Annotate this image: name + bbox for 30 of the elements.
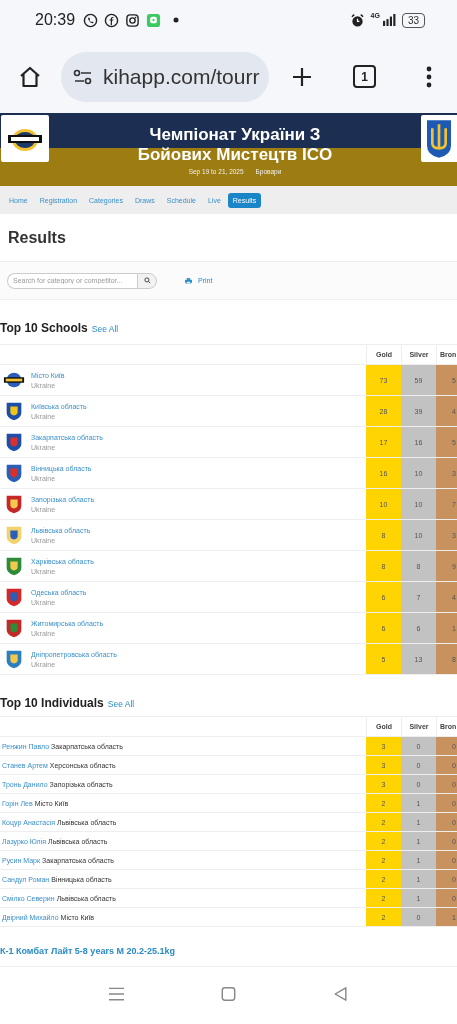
search-icon — [143, 277, 151, 284]
alarm-icon — [349, 12, 365, 28]
dot-icon — [173, 17, 180, 23]
event-title: Бойових Мистецтв ICO — [137, 144, 333, 165]
page-title: Results — [7, 228, 67, 248]
search-button[interactable] — [137, 272, 157, 289]
section-title: Top 10 Schools — [0, 321, 88, 335]
phone-icon — [83, 12, 99, 28]
battery-indicator: 33 — [401, 12, 425, 28]
url-text: kihapp.com/tourr — [103, 64, 260, 89]
logo-icon — [1, 115, 49, 162]
section-title: Top 10 Individuals — [0, 696, 104, 710]
social-icon — [104, 12, 120, 28]
back-icon[interactable] — [332, 985, 349, 1002]
coat-of-arms-icon — [421, 115, 457, 162]
event-title: Чемпіонат України З — [149, 124, 321, 145]
settings-icon[interactable] — [73, 68, 93, 85]
see-all-link[interactable]: See All — [107, 699, 135, 709]
tab-count-button[interactable]: 1 — [353, 65, 376, 88]
app-icon — [146, 12, 162, 28]
category-title[interactable]: К-1 Комбат Лайт 5-8 years M 20.2-25.1kg — [0, 945, 175, 956]
camera-icon — [125, 12, 141, 28]
clock: 20:39 — [35, 11, 76, 29]
signal-icon — [381, 14, 396, 26]
menu-icon[interactable] — [426, 64, 432, 89]
home-button-icon[interactable] — [220, 985, 237, 1002]
home-icon[interactable] — [18, 64, 42, 89]
address-bar[interactable]: kihapp.com/tourr — [61, 51, 269, 102]
see-all-link[interactable]: See All — [91, 324, 119, 334]
printer-icon — [185, 277, 192, 284]
